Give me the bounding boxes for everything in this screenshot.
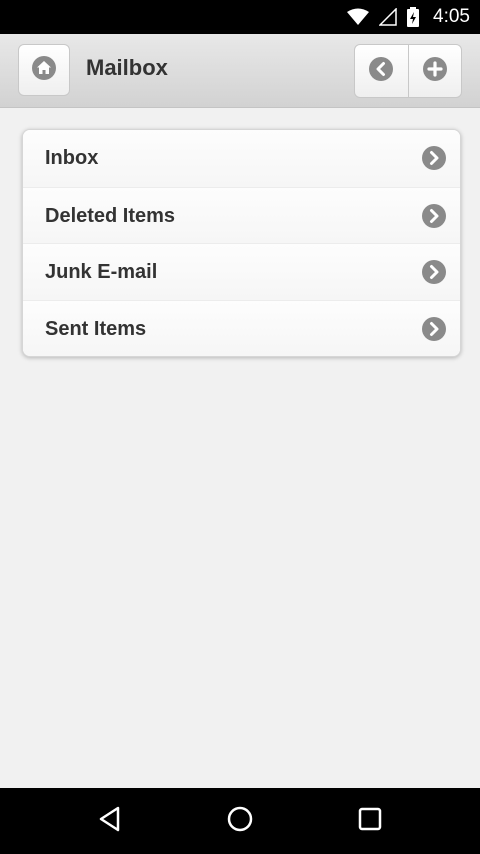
square-recent-icon (357, 806, 383, 837)
chevron-right-icon (422, 316, 446, 341)
page-title: Mailbox (86, 55, 168, 80)
add-button[interactable] (407, 45, 462, 97)
chevron-right-icon (422, 260, 446, 284)
home-button[interactable] (18, 44, 70, 96)
header-bar: Mailbox (0, 34, 480, 108)
chevron-right-icon (422, 203, 446, 228)
status-bar: 4:05 (0, 0, 480, 34)
nav-recent-apps-button[interactable] (330, 788, 410, 854)
back-button[interactable] (355, 45, 408, 97)
list-item-label: Deleted Items (45, 204, 176, 227)
nav-home-button[interactable] (200, 788, 280, 854)
wifi-icon (347, 8, 370, 26)
header-button-group (354, 44, 462, 98)
status-icons: 4:05 (347, 0, 470, 34)
chevron-right-icon (422, 146, 446, 170)
nav-back-button[interactable] (70, 788, 150, 854)
triangle-back-icon (97, 805, 123, 838)
circle-home-icon (226, 805, 254, 838)
list-item-deleted-items[interactable]: Deleted Items (23, 186, 460, 243)
list-item-sent-items[interactable]: Sent Items (23, 299, 460, 356)
plus-icon (422, 56, 447, 86)
mailbox-list: Inbox Deleted Items Junk E-mail Sent Ite… (22, 129, 461, 357)
signal-icon (379, 8, 397, 26)
arrow-left-icon (369, 56, 394, 86)
clock: 4:05 (433, 6, 470, 27)
list-item-label: Sent Items (45, 317, 147, 340)
home-icon (32, 55, 56, 85)
navigation-bar (0, 788, 480, 854)
list-item-label: Inbox (45, 147, 99, 169)
list-item-label: Junk E-mail (45, 261, 158, 283)
battery-icon (407, 7, 420, 27)
list-item-junk-email[interactable]: Junk E-mail (23, 243, 460, 300)
list-item-inbox[interactable]: Inbox (23, 130, 460, 187)
